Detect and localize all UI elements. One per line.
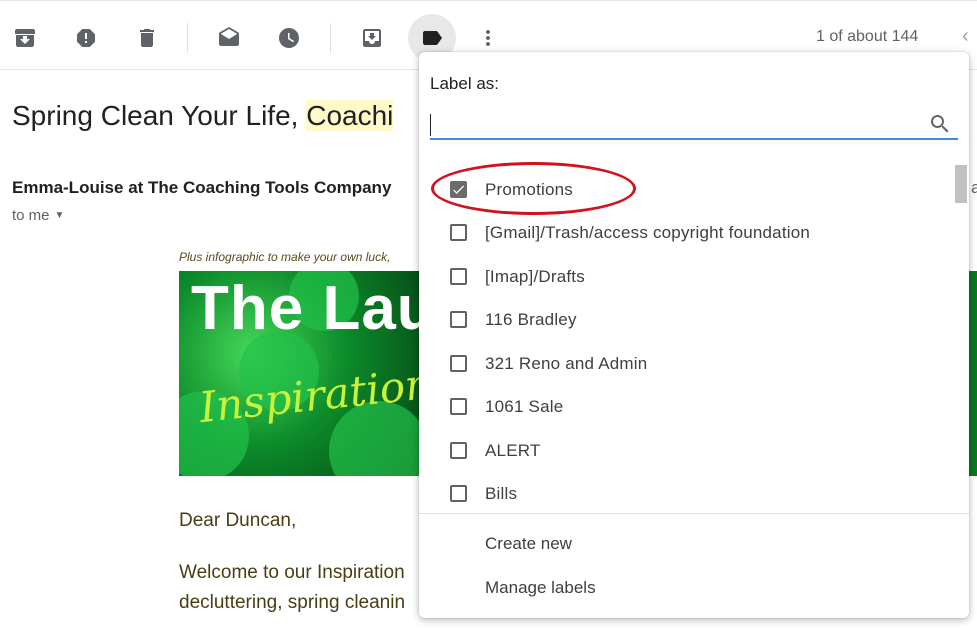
menu-divider (419, 513, 969, 514)
report-spam-button[interactable] (62, 14, 110, 62)
create-new-label-button[interactable]: Create new (485, 534, 572, 554)
label-option[interactable]: ALERT (419, 431, 955, 474)
email-subject: Spring Clean Your Life, Coachi (12, 100, 394, 132)
checkbox[interactable] (450, 268, 467, 285)
archive-icon (15, 29, 35, 47)
label-list-scrollbar[interactable] (955, 162, 969, 512)
pagination-text: 1 of about 144 (816, 28, 919, 45)
toolbar-divider (187, 23, 188, 53)
chevron-left-icon[interactable]: ‹ (962, 25, 969, 48)
label-option-text: Promotions (485, 180, 573, 199)
email-banner-edge (968, 271, 977, 476)
label-option-text: Bills (485, 484, 518, 503)
checkbox[interactable] (450, 224, 467, 241)
label-option[interactable]: 321 Reno and Admin (419, 344, 955, 387)
snooze-button[interactable] (265, 14, 313, 62)
checkbox-checked[interactable] (450, 181, 467, 198)
label-option-promotions[interactable]: Promotions (419, 170, 955, 213)
checkmark-icon (453, 185, 465, 194)
recipient-details[interactable]: to me ▼ (12, 207, 64, 224)
label-option-text: [Imap]/Drafts (485, 267, 585, 286)
mark-unread-icon (219, 27, 239, 46)
label-option[interactable]: [Imap]/Drafts (419, 257, 955, 300)
snooze-icon (279, 28, 299, 48)
move-to-icon (363, 29, 381, 47)
recipient-text: to me (12, 207, 50, 224)
label-option-text: [Gmail]/Trash/access copyright foundatio… (485, 223, 811, 242)
scrollbar-thumb[interactable] (955, 165, 967, 203)
chevron-down-icon[interactable]: ▼ (55, 210, 65, 221)
label-option-text: 321 Reno and Admin (485, 354, 648, 373)
move-to-button[interactable] (348, 14, 396, 62)
toolbar-divider (330, 23, 331, 53)
menu-title: Label as: (430, 74, 499, 93)
label-option[interactable]: Bills (419, 474, 955, 512)
label-option[interactable]: [Gmail]/Trash/access copyright foundatio… (419, 213, 955, 256)
archive-button[interactable] (1, 14, 49, 62)
mark-unread-button[interactable] (205, 14, 253, 62)
label-search-input[interactable] (430, 108, 958, 140)
email-greeting: Dear Duncan, (179, 510, 297, 531)
more-icon (486, 30, 490, 46)
delete-icon (140, 29, 154, 47)
sender-name[interactable]: Emma-Louise at The Coaching Tools Compan… (12, 178, 391, 198)
checkbox[interactable] (450, 485, 467, 502)
text-cursor (430, 114, 431, 136)
label-option[interactable]: 1061 Sale (419, 387, 955, 430)
label-list: Promotions [Gmail]/Trash/access copyrigh… (419, 170, 955, 512)
email-banner-image: The Lau Inspiration (179, 271, 424, 476)
checkbox[interactable] (450, 355, 467, 372)
label-option-text: ALERT (485, 441, 541, 460)
search-icon[interactable] (928, 112, 952, 136)
checkbox[interactable] (450, 442, 467, 459)
subject-text: Spring Clean Your Life, (12, 100, 307, 131)
report-spam-icon (77, 29, 95, 47)
label-option[interactable]: 116 Bradley (419, 300, 955, 343)
delete-button[interactable] (123, 14, 171, 62)
label-option-text: 116 Bradley (485, 310, 577, 329)
email-preheader: Plus infographic to make your own luck, (179, 250, 391, 264)
checkbox[interactable] (450, 398, 467, 415)
email-body-line: Welcome to our Inspiration (179, 562, 405, 583)
sender-address-fragment: a (971, 178, 977, 197)
checkbox[interactable] (450, 311, 467, 328)
label-option-text: 1061 Sale (485, 397, 564, 416)
label-icon (423, 31, 442, 45)
label-as-menu: Label as: Promotions [Gmail]/Trash/acces… (419, 52, 969, 618)
manage-labels-button[interactable]: Manage labels (485, 578, 596, 598)
email-body-line: decluttering, spring cleanin (179, 592, 406, 613)
banner-title: The Lau (191, 274, 424, 343)
subject-highlight: Coachi (306, 100, 394, 131)
